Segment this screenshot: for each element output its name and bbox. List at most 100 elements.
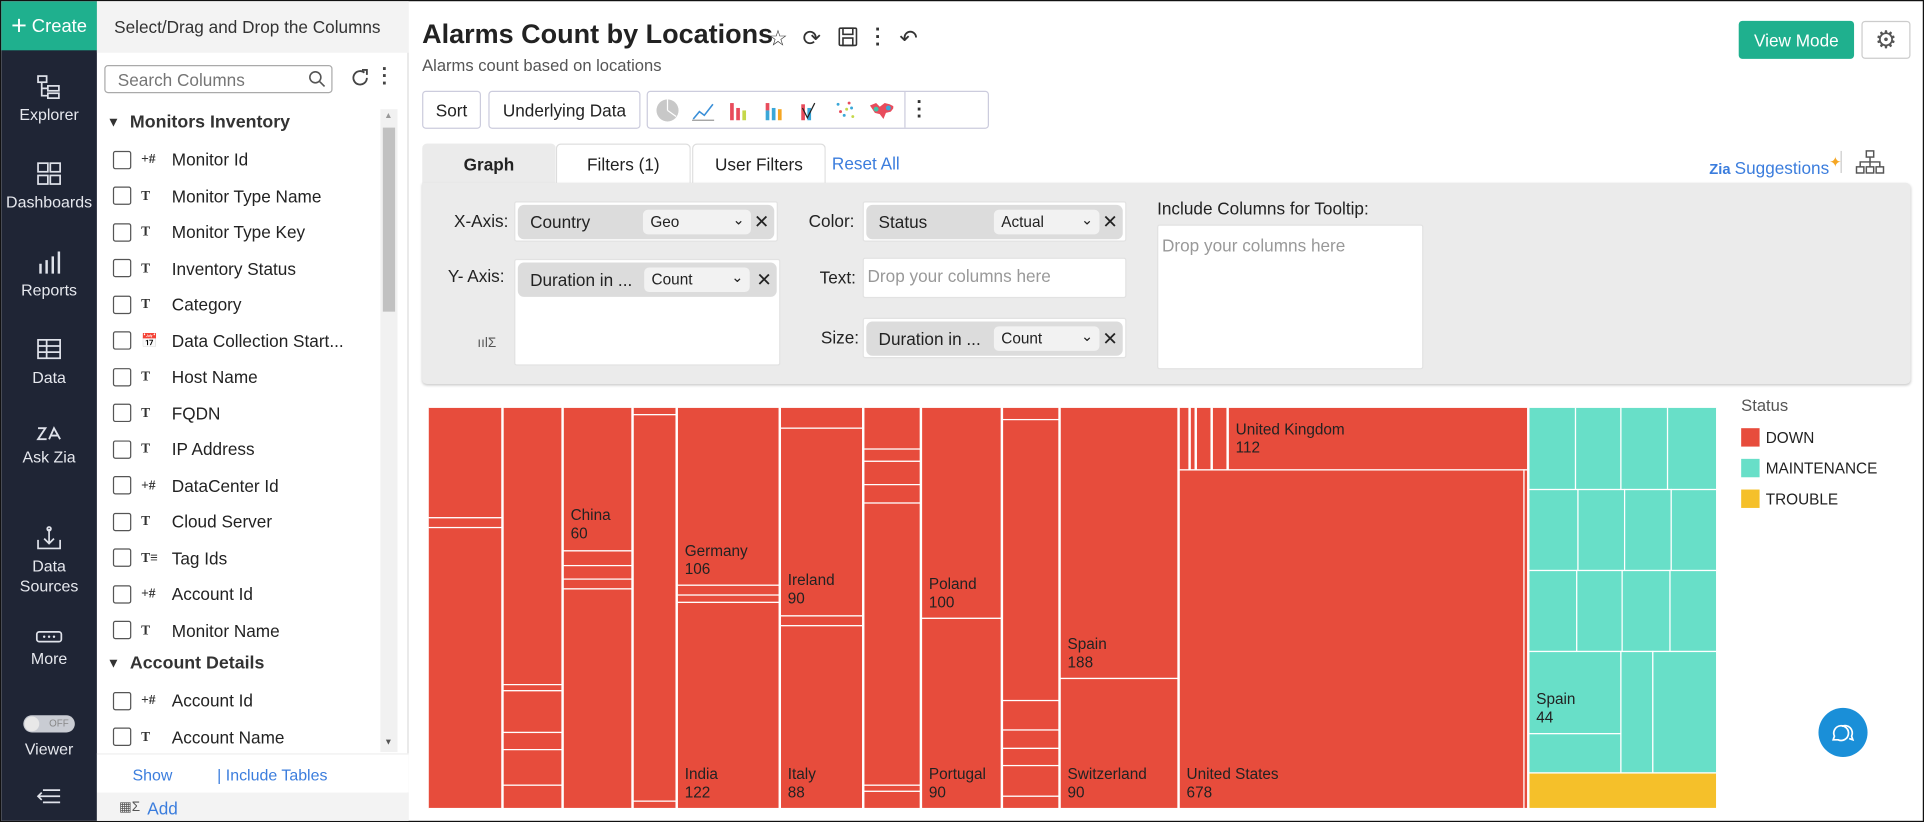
- treemap-rect[interactable]: [863, 407, 921, 450]
- column-item[interactable]: +# Account Id: [112, 688, 253, 713]
- treemap-cell[interactable]: [1001, 795, 1060, 809]
- tab-user-filters[interactable]: User Filters: [692, 143, 826, 185]
- treemap-rect[interactable]: [502, 784, 563, 809]
- treemap-cell[interactable]: [1528, 488, 1579, 572]
- treemap-cell[interactable]: [1574, 407, 1622, 491]
- view-mode-button[interactable]: View Mode: [1738, 20, 1855, 59]
- treemap-rect[interactable]: [1178, 407, 1190, 471]
- treemap-rect[interactable]: [1001, 729, 1060, 750]
- treemap-cell[interactable]: [502, 690, 563, 734]
- treemap-rect[interactable]: [1666, 407, 1717, 491]
- create-button[interactable]: + Create: [1, 1, 97, 51]
- treemap-cell[interactable]: [779, 615, 864, 627]
- treemap-rect[interactable]: [428, 526, 503, 809]
- treemap-cell[interactable]: [632, 414, 677, 802]
- reset-all-link[interactable]: Reset All: [832, 153, 900, 173]
- treemap-rect[interactable]: [1189, 407, 1196, 471]
- treemap-rect[interactable]: [1528, 772, 1717, 809]
- treemap-cell[interactable]: [632, 800, 677, 809]
- treemap-cell[interactable]: [676, 584, 780, 596]
- stacked-bar-icon[interactable]: [762, 98, 787, 123]
- treemap-cell[interactable]: [502, 731, 563, 751]
- color-chip[interactable]: Status Actual ⌄ ✕: [866, 204, 1123, 240]
- treemap-cell[interactable]: [1623, 488, 1672, 572]
- treemap-rect[interactable]: [1623, 488, 1672, 572]
- sort-button[interactable]: Sort: [422, 90, 481, 129]
- column-item[interactable]: T FQDN: [112, 401, 220, 426]
- y-axis-function-select[interactable]: Count ⌄: [644, 267, 750, 293]
- nav-explorer[interactable]: Explorer: [1, 74, 97, 124]
- scroll-down-icon[interactable]: ▼: [384, 739, 393, 748]
- treemap-rect[interactable]: [1001, 407, 1060, 421]
- hierarchy-icon[interactable]: [1855, 150, 1885, 175]
- treemap-cell[interactable]: [863, 502, 921, 786]
- column-item[interactable]: +# Account Id: [112, 582, 253, 607]
- treemap-cell[interactable]: [863, 460, 921, 486]
- treemap-cell[interactable]: [1001, 699, 1060, 731]
- aggregate-icon[interactable]: ıılΣ: [477, 336, 496, 351]
- column-checkbox[interactable]: [112, 331, 132, 350]
- column-checkbox[interactable]: [112, 258, 132, 278]
- treemap-rect[interactable]: [1001, 747, 1060, 767]
- treemap-cell[interactable]: [562, 578, 633, 590]
- column-item[interactable]: T IP Address: [112, 437, 255, 462]
- treemap-rect[interactable]: [1621, 569, 1671, 653]
- color-function-select[interactable]: Actual ⌄: [993, 209, 1100, 235]
- treemap-rect[interactable]: [863, 484, 921, 504]
- treemap-rect[interactable]: [1211, 407, 1228, 471]
- treemap-rect[interactable]: [1528, 407, 1577, 491]
- y-axis-dropzone[interactable]: Duration in ... Count ⌄ ✕: [514, 258, 781, 366]
- column-item[interactable]: T Monitor Type Name: [112, 183, 321, 208]
- treemap-cell[interactable]: [863, 790, 921, 809]
- treemap-cell[interactable]: [428, 407, 503, 519]
- treemap-cell[interactable]: Spain188: [1059, 407, 1179, 680]
- group-header[interactable]: ▼ Monitors Inventory: [107, 113, 290, 133]
- column-item[interactable]: T Cloud Server: [112, 509, 272, 534]
- treemap-cell[interactable]: [1652, 650, 1717, 774]
- line-chart-icon[interactable]: [691, 98, 716, 123]
- treemap-rect[interactable]: [779, 407, 864, 429]
- refresh-icon[interactable]: [350, 67, 371, 88]
- treemap-rect[interactable]: [1577, 488, 1626, 572]
- treemap-rect[interactable]: [1178, 469, 1525, 809]
- scatter-chart-icon[interactable]: [833, 98, 858, 123]
- viewer-toggle[interactable]: OFF: [23, 715, 75, 733]
- treemap-rect[interactable]: [632, 800, 677, 809]
- treemap-cell[interactable]: [562, 588, 633, 809]
- chat-button[interactable]: [1818, 707, 1868, 757]
- treemap-cell[interactable]: [1528, 569, 1578, 653]
- remove-icon[interactable]: ✕: [754, 211, 769, 233]
- treemap-cell[interactable]: [1211, 407, 1228, 471]
- nav-more[interactable]: More: [1, 629, 97, 667]
- tab-graph[interactable]: Graph: [422, 143, 556, 185]
- show-link[interactable]: Show: [133, 766, 173, 784]
- column-checkbox[interactable]: [112, 620, 132, 640]
- treemap-rect[interactable]: [1523, 469, 1529, 809]
- treemap-rect[interactable]: [1001, 764, 1060, 797]
- treemap-cell[interactable]: Switzerland90: [1059, 677, 1179, 809]
- treemap-cell[interactable]: [1001, 407, 1060, 421]
- treemap-cell[interactable]: Ireland 90: [779, 427, 864, 617]
- treemap-cell[interactable]: [1178, 407, 1190, 471]
- treemap-cell[interactable]: [502, 784, 563, 809]
- treemap-cell[interactable]: Poland100: [920, 407, 1002, 619]
- treemap-rect[interactable]: [1528, 488, 1579, 572]
- x-axis-function-select[interactable]: Geo ⌄: [642, 209, 751, 235]
- legend-item[interactable]: DOWN: [1741, 428, 1814, 447]
- column-checkbox[interactable]: [112, 186, 132, 205]
- treemap-rect[interactable]: [1574, 407, 1622, 491]
- treemap-rect[interactable]: [676, 584, 780, 596]
- treemap-rect[interactable]: [502, 749, 563, 786]
- treemap-cell[interactable]: Portugal90: [920, 617, 1002, 809]
- size-chip[interactable]: Duration in ... Count ⌄ ✕: [866, 321, 1123, 356]
- treemap-rect[interactable]: [863, 784, 921, 792]
- column-item[interactable]: +# DataCenter Id: [112, 473, 279, 498]
- save-icon[interactable]: [838, 27, 858, 47]
- treemap-rect[interactable]: [502, 407, 563, 686]
- nav-data[interactable]: Data: [1, 336, 97, 386]
- column-item[interactable]: T Inventory Status: [112, 256, 296, 281]
- treemap-rect[interactable]: [1670, 488, 1717, 572]
- treemap-rect[interactable]: [1195, 407, 1212, 471]
- treemap-cell[interactable]: [502, 749, 563, 786]
- column-checkbox[interactable]: [112, 222, 132, 242]
